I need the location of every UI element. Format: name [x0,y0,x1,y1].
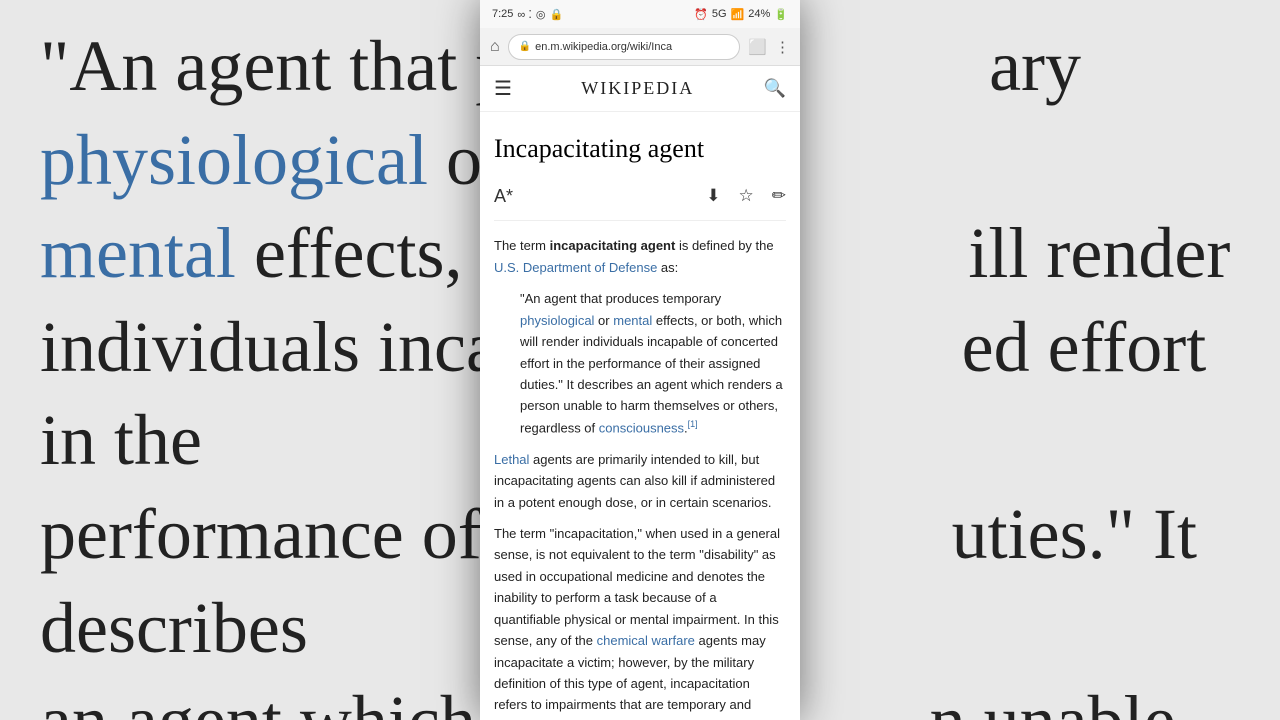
star-button[interactable]: ☆ [739,182,754,209]
wiki-navbar: ☰ Wikipedia 🔍 [480,66,800,112]
us-dod-link[interactable]: U.S. Department of Defense [494,260,657,275]
status-right: ⏰ 5G 📶 24% 🔋 [694,8,788,21]
status-battery: 24% [748,8,770,20]
article-title: Incapacitating agent [494,128,786,170]
bg-physiological-link: physiological [40,120,428,200]
article-actions: A* ⬇ ☆ ✏ [494,182,786,222]
url-field[interactable]: 🔒 en.m.wikipedia.org/wiki/Inca [508,34,741,60]
wiki-menu-button[interactable]: ☰ [494,76,512,101]
download-button[interactable]: ⬇ [706,182,720,209]
status-dots: ∞ ⁚ [517,8,531,21]
blockquote: "An agent that produces temporary physio… [504,288,786,438]
chemical-warfare-link[interactable]: chemical warfare [597,633,695,648]
blockquote-text: "An agent that produces temporary physio… [520,288,786,438]
tab-switcher-icon[interactable]: ⬜ [748,38,767,56]
wiki-logo-text: Wikipedia [581,78,694,99]
status-signal: 5G [712,8,727,20]
status-battery-icon: 🔋 [774,8,788,21]
translate-button[interactable]: A* [494,182,513,211]
incapacitation-term-paragraph: The term "incapacitation," when used in … [494,523,786,720]
article-action-icons: ⬇ ☆ ✏ [706,182,786,209]
more-options-icon[interactable]: ⋮ [775,38,790,56]
article-intro-paragraph: The term incapacitating agent is defined… [494,235,786,278]
mental-link[interactable]: mental [613,313,652,328]
article-content[interactable]: Incapacitating agent A* ⬇ ☆ ✏ The term i… [480,112,800,720]
status-alarm-icon: ⏰ [694,8,708,21]
article-body: The term incapacitating agent is defined… [494,235,786,720]
edit-button[interactable]: ✏ [772,182,786,209]
address-bar: ⌂ 🔒 en.m.wikipedia.org/wiki/Inca ⬜ ⋮ [480,28,800,66]
wiki-search-button[interactable]: 🔍 [764,78,786,99]
lethal-paragraph: Lethal agents are primarily intended to … [494,449,786,513]
status-lock-icon: 🔒 [549,8,563,21]
status-time: 7:25 [492,8,513,20]
home-button[interactable]: ⌂ [490,38,500,56]
url-text: en.m.wikipedia.org/wiki/Inca [535,41,672,53]
ref-1[interactable]: [1] [688,419,698,429]
browser-action-icons: ⬜ ⋮ [748,38,790,56]
status-location-icon: ◎ [536,8,546,21]
phone-frame: 7:25 ∞ ⁚ ◎ 🔒 ⏰ 5G 📶 24% 🔋 ⌂ 🔒 en.m.wikip… [480,0,800,720]
bold-incapacitating-agent: incapacitating agent [550,238,676,253]
lethal-link[interactable]: Lethal [494,452,529,467]
status-signal-icon: 📶 [731,8,745,21]
status-bar: 7:25 ∞ ⁚ ◎ 🔒 ⏰ 5G 📶 24% 🔋 [480,0,800,28]
wiki-logo: Wikipedia [581,78,694,99]
physiological-link[interactable]: physiological [520,313,594,328]
secure-icon: 🔒 [519,41,531,52]
status-left: 7:25 ∞ ⁚ ◎ 🔒 [492,8,563,21]
bg-mental-link: mental [40,213,236,293]
consciousness-link[interactable]: consciousness [599,420,684,435]
